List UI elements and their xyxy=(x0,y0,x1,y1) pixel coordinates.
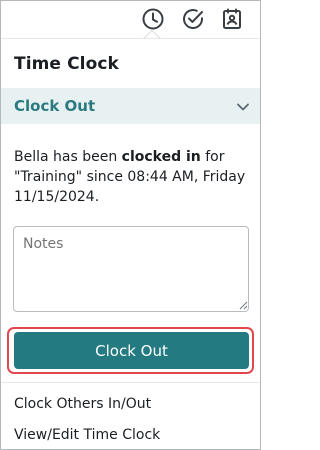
notes-field[interactable] xyxy=(13,226,249,312)
top-toolbar xyxy=(1,1,260,39)
check-circle-icon[interactable] xyxy=(181,7,205,31)
status-text: has been xyxy=(48,149,122,165)
divider xyxy=(1,382,260,383)
clock-icon[interactable] xyxy=(141,7,165,31)
page-title: Time Clock xyxy=(14,54,119,74)
status-bold: clocked in xyxy=(121,149,201,165)
clock-others-link[interactable]: Clock Others In/Out xyxy=(14,396,151,412)
calendar-person-icon[interactable] xyxy=(220,7,244,31)
chevron-down-icon[interactable] xyxy=(236,100,250,114)
clock-status-message: Bella has been clocked in for "Training"… xyxy=(14,147,254,207)
divider xyxy=(1,38,260,39)
view-edit-time-clock-link[interactable]: View/Edit Time Clock xyxy=(14,427,160,443)
employee-name: Bella xyxy=(14,149,49,165)
section-label: Clock Out xyxy=(14,97,96,115)
clock-out-section-header[interactable]: Clock Out xyxy=(1,88,260,124)
time-clock-panel: Time Clock Clock Out Bella has been cloc… xyxy=(0,0,261,450)
clock-out-button[interactable]: Clock Out xyxy=(14,332,249,369)
resize-grip-icon[interactable] xyxy=(239,301,248,310)
